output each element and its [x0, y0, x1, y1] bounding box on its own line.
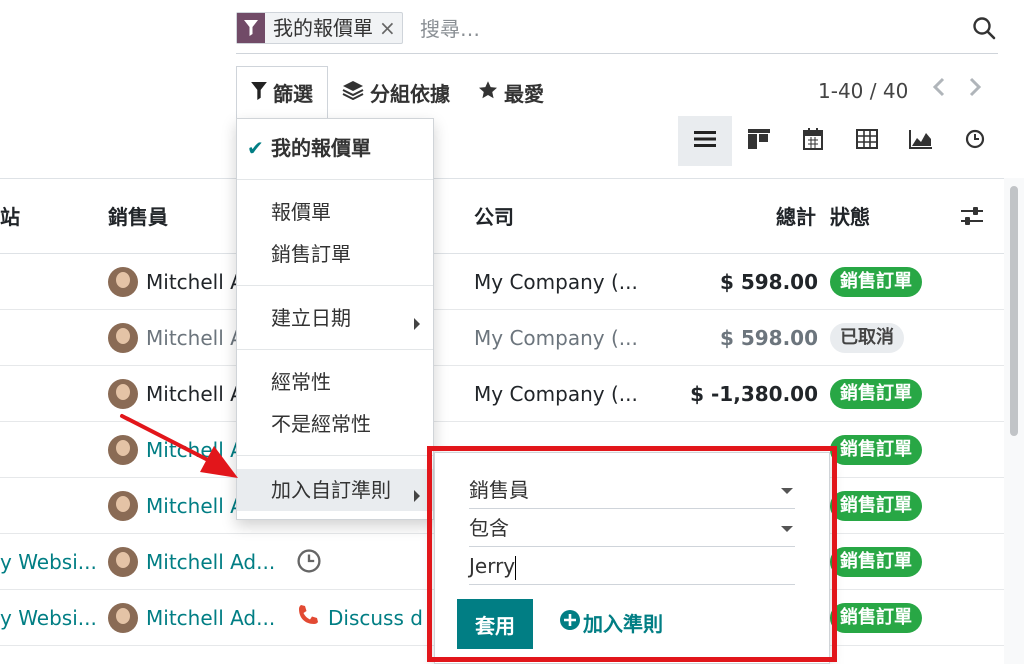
status-badge: 已取消: [830, 323, 904, 353]
company-cell: My Company (...: [474, 326, 638, 350]
layers-icon: [342, 80, 364, 105]
column-salesperson[interactable]: 銷售員: [108, 203, 168, 231]
filter-icon: [251, 81, 267, 105]
divider: [237, 349, 433, 350]
search-options: 篩選 分組依據 最愛: [236, 65, 558, 119]
divider: [237, 179, 433, 180]
status-badge: 銷售訂單: [830, 603, 922, 633]
column-status[interactable]: 狀態: [830, 203, 870, 231]
activity-summary-cell: Discuss d: [328, 606, 423, 630]
filter-non-recurring[interactable]: 不是經常性: [271, 409, 371, 439]
pager-previous-icon[interactable]: [932, 76, 946, 106]
caret-right-icon: [413, 309, 421, 339]
favorites-button[interactable]: 最愛: [464, 66, 558, 118]
optional-columns-icon[interactable]: [960, 205, 984, 234]
salesperson-cell: Mitchell Ad...: [146, 550, 276, 574]
avatar: [108, 323, 138, 353]
area-chart-icon: [909, 129, 933, 153]
filter-quotations[interactable]: 報價單: [271, 197, 331, 227]
table-row[interactable]: Mitchell A My Company (... $ -1,380.00 銷…: [0, 366, 1004, 422]
facet-label: 我的報價單: [273, 16, 373, 40]
add-custom-filter-label[interactable]: 加入自訂準則: [271, 475, 391, 505]
table-row[interactable]: Mitchell A My Company (... $ 598.00 已取消: [0, 310, 1004, 366]
status-badge: 銷售訂單: [830, 491, 922, 521]
salesperson-cell: Mitchell A: [146, 494, 244, 518]
total-cell: $ 598.00: [719, 326, 818, 350]
filter-recurring[interactable]: 經常性: [271, 367, 331, 397]
view-switcher: [678, 116, 1002, 166]
status-badge: 銷售訂單: [830, 267, 922, 297]
star-icon: [478, 80, 498, 105]
filter-icon: [237, 13, 265, 43]
scrollbar-thumb[interactable]: [1010, 186, 1018, 436]
filters-dropdown: ✔ 我的報價單 報價單 銷售訂單 建立日期 經常性 不是經常性 加入自訂準則: [236, 118, 434, 520]
list-view-button[interactable]: [678, 116, 732, 166]
activity-view-button[interactable]: [948, 116, 1002, 166]
filters-button[interactable]: 篩選: [236, 65, 328, 119]
pager-next-icon[interactable]: [968, 76, 982, 106]
divider: [237, 285, 433, 286]
salesperson-cell: Mitchell A: [146, 382, 244, 406]
company-cell: My Company (...: [474, 270, 638, 294]
list-scrollbar[interactable]: [1004, 178, 1024, 664]
search-input[interactable]: 搜尋…: [420, 14, 480, 44]
highlight-box: [427, 446, 837, 662]
pivot-icon: [856, 129, 878, 153]
avatar: [108, 379, 138, 409]
salesperson-cell: Mitchell Ad...: [146, 606, 276, 630]
favorites-label: 最愛: [504, 81, 544, 106]
control-panel: 我的報價單 × 搜尋… 篩選 分組依據 最愛 1-40 / 40: [0, 0, 1024, 178]
website-cell: y Websi...: [0, 606, 97, 630]
kanban-icon: [748, 129, 770, 153]
status-badge: 銷售訂單: [830, 547, 922, 577]
avatar: [108, 603, 138, 633]
total-cell: $ 598.00: [719, 270, 818, 294]
graph-view-button[interactable]: [894, 116, 948, 166]
column-website[interactable]: 站: [0, 203, 20, 231]
groupby-label: 分組依據: [370, 81, 450, 106]
filter-my-quotations[interactable]: 我的報價單: [271, 133, 371, 163]
facet-remove-button[interactable]: ×: [379, 13, 402, 43]
status-badge: 銷售訂單: [830, 379, 922, 409]
divider: [237, 455, 433, 456]
table-row[interactable]: Mitchell A My Company (... $ 598.00 銷售訂單: [0, 254, 1004, 310]
filters-label: 篩選: [273, 82, 313, 106]
search-facet[interactable]: 我的報價單 ×: [236, 12, 403, 44]
caret-right-icon: [413, 481, 421, 511]
avatar: [108, 491, 138, 521]
table-header: 站 銷售員 公司 總計 狀態: [0, 178, 1004, 254]
status-badge: 銷售訂單: [830, 435, 922, 465]
avatar: [108, 547, 138, 577]
salesperson-cell: Mitchell A: [146, 438, 244, 462]
list-icon: [694, 130, 716, 152]
avatar: [108, 435, 138, 465]
kanban-view-button[interactable]: [732, 116, 786, 166]
search-icon[interactable]: [972, 16, 998, 42]
column-total[interactable]: 總計: [776, 203, 816, 231]
search-bar: 我的報價單 × 搜尋…: [236, 8, 998, 54]
company-cell: My Company (...: [474, 382, 638, 406]
groupby-button[interactable]: 分組依據: [328, 66, 464, 118]
calendar-view-button[interactable]: [786, 116, 840, 166]
pivot-view-button[interactable]: [840, 116, 894, 166]
pager-value[interactable]: 1-40 / 40: [818, 76, 908, 106]
calendar-icon: [803, 128, 823, 154]
filter-creation-date[interactable]: 建立日期: [271, 303, 351, 333]
website-cell: y Websi...: [0, 550, 97, 574]
phone-icon[interactable]: [296, 603, 320, 635]
clock-icon: [965, 129, 985, 153]
salesperson-cell: Mitchell A: [146, 326, 244, 350]
activity-clock-icon[interactable]: [296, 548, 322, 582]
column-company[interactable]: 公司: [474, 203, 514, 231]
avatar: [108, 267, 138, 297]
total-cell: $ -1,380.00: [690, 382, 818, 406]
salesperson-cell: Mitchell A: [146, 270, 244, 294]
filter-sales-orders[interactable]: 銷售訂單: [271, 239, 351, 269]
check-icon: ✔: [247, 136, 264, 160]
